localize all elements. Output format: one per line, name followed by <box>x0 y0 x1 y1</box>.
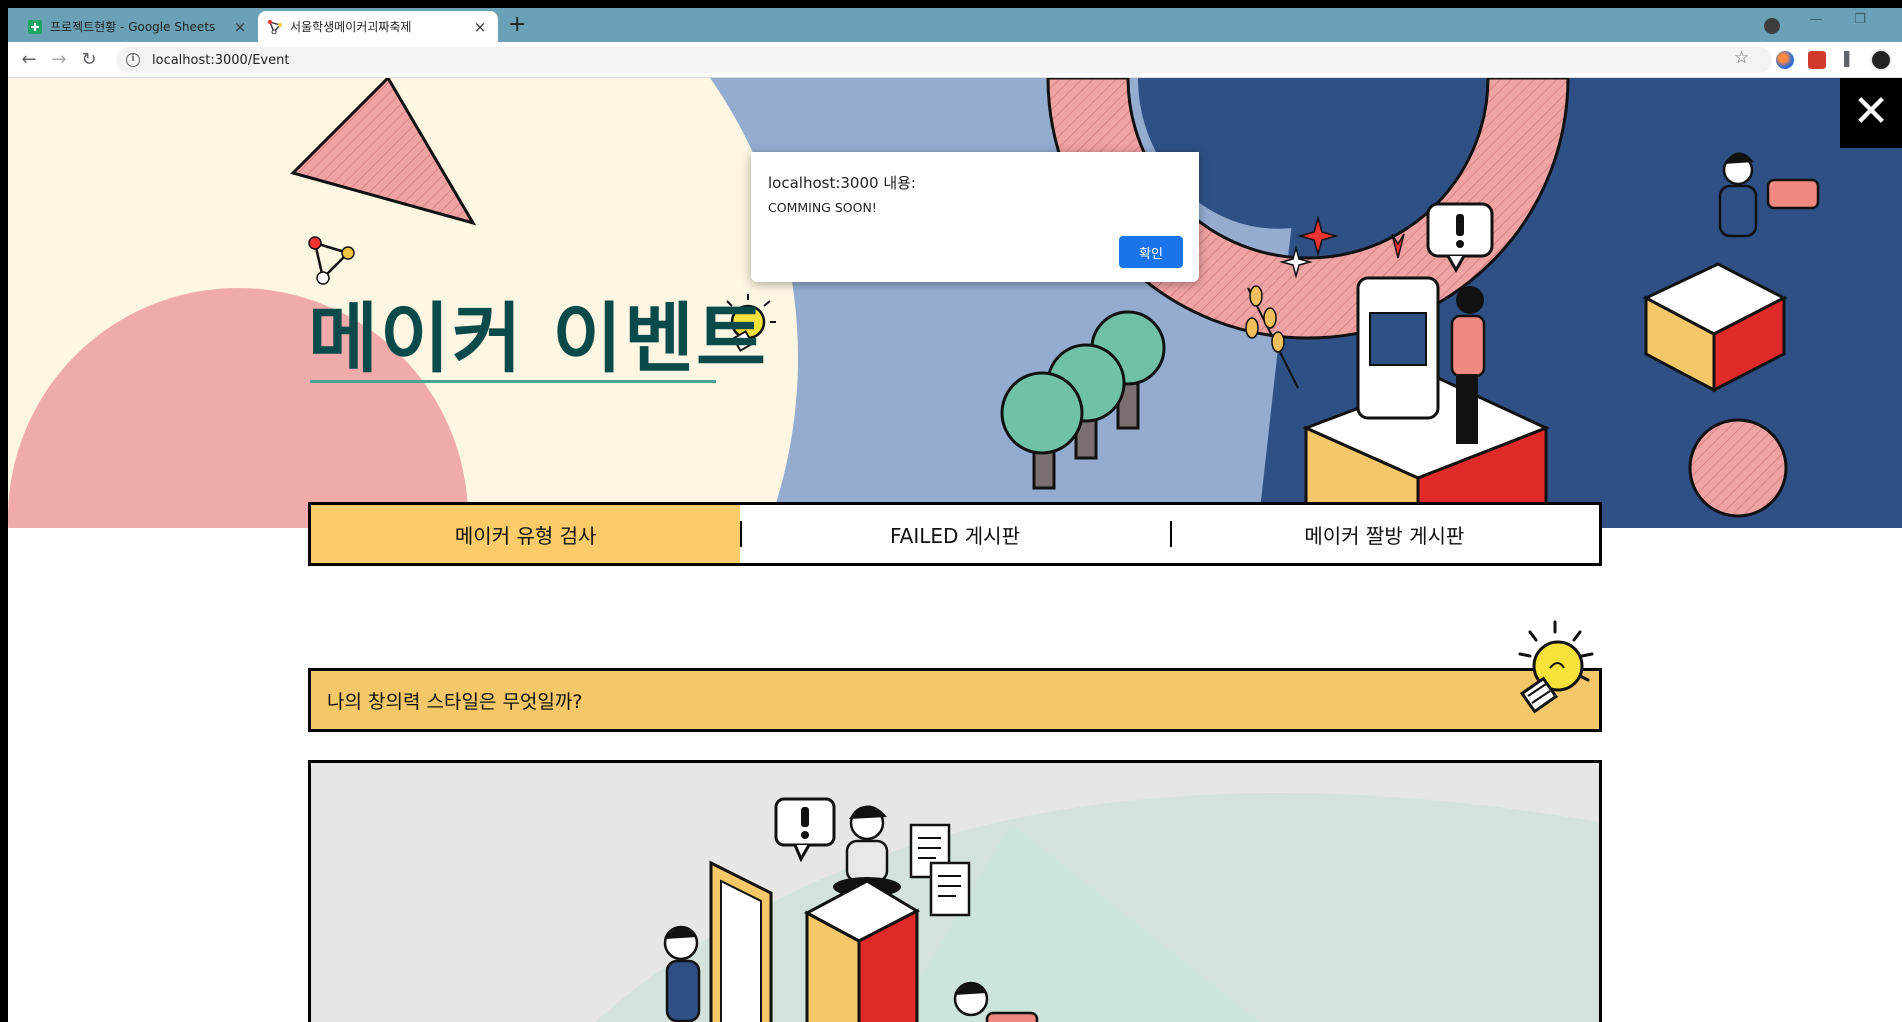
tab-title: 프로젝트현황 - Google Sheets <box>50 20 216 34</box>
hero-banner: ✕ <box>8 78 1902 528</box>
extension-globe-icon[interactable] <box>1776 51 1794 69</box>
tab-maker-meme-board[interactable]: 메이커 짤방 게시판 <box>1169 505 1599 563</box>
puzzle-icon[interactable]: ❚ <box>1840 48 1858 67</box>
close-icon[interactable]: ✕ <box>1840 78 1902 148</box>
tab-title: 서울학생메이커괴짜축제 <box>290 20 412 34</box>
alert-dialog: localhost:3000 내용: COMMING SOON! 확인 <box>751 152 1199 282</box>
browser-chrome: 프로젝트현황 - Google Sheets × 서울학생메이커괴짜축제 × +… <box>8 8 1902 78</box>
page-title: 메이커 이벤트 <box>308 294 768 383</box>
maker-favicon-icon <box>268 19 282 34</box>
forward-icon[interactable]: → <box>48 49 70 71</box>
page-viewport: ✕ 메이커 이벤트 메이커 유형 검사 FAILED 게시판 메이커 짤방 게시… <box>8 78 1902 1022</box>
tab-close-icon[interactable]: × <box>232 18 248 36</box>
tab-search-icon[interactable] <box>1764 18 1780 34</box>
extension-red-icon[interactable] <box>1808 51 1826 69</box>
new-tab-button[interactable]: + <box>508 14 526 36</box>
lightbulb-icon <box>1518 620 1594 714</box>
question-banner: 나의 창의력 스타일은 무엇일까? <box>308 668 1602 732</box>
browser-toolbar: ← → ↻ i localhost:3000/Event ☆ ❚ <box>8 42 1902 78</box>
browser-tab-active[interactable]: 서울학생메이커괴짜축제 × <box>258 11 498 42</box>
reload-icon[interactable]: ↻ <box>78 49 100 71</box>
google-sheets-icon <box>28 19 42 34</box>
hero-illustration <box>8 78 1902 528</box>
tab-maker-type-test[interactable]: 메이커 유형 검사 <box>311 505 741 563</box>
tab-failed-board[interactable]: FAILED 게시판 <box>740 505 1169 563</box>
tab-strip: 프로젝트현황 - Google Sheets × 서울학생메이커괴짜축제 × +… <box>8 8 1902 42</box>
event-tab-bar: 메이커 유형 검사 FAILED 게시판 메이커 짤방 게시판 <box>308 502 1602 566</box>
url-text[interactable]: localhost:3000/Event <box>152 53 289 68</box>
browser-tab-sheets[interactable]: 프로젝트현황 - Google Sheets × <box>18 11 258 42</box>
profile-avatar[interactable] <box>1870 49 1892 71</box>
address-bar[interactable]: i localhost:3000/Event <box>116 47 1772 73</box>
maker-type-illustration <box>308 760 1602 1022</box>
alert-message: COMMING SOON! <box>768 200 877 215</box>
window-close-button[interactable] <box>1878 12 1902 34</box>
title-underline <box>310 380 716 383</box>
window-minimize-button[interactable]: — <box>1804 12 1828 34</box>
question-text: 나의 창의력 스타일은 무엇일까? <box>327 690 583 713</box>
confirm-button[interactable]: 확인 <box>1119 236 1183 268</box>
back-icon[interactable]: ← <box>18 49 40 71</box>
alert-title: localhost:3000 내용: <box>768 174 916 192</box>
info-icon[interactable]: i <box>126 53 140 67</box>
tab-close-icon[interactable]: × <box>472 18 488 36</box>
star-icon[interactable]: ☆ <box>1734 48 1749 68</box>
window-restore-button[interactable]: ❐ <box>1848 12 1872 34</box>
